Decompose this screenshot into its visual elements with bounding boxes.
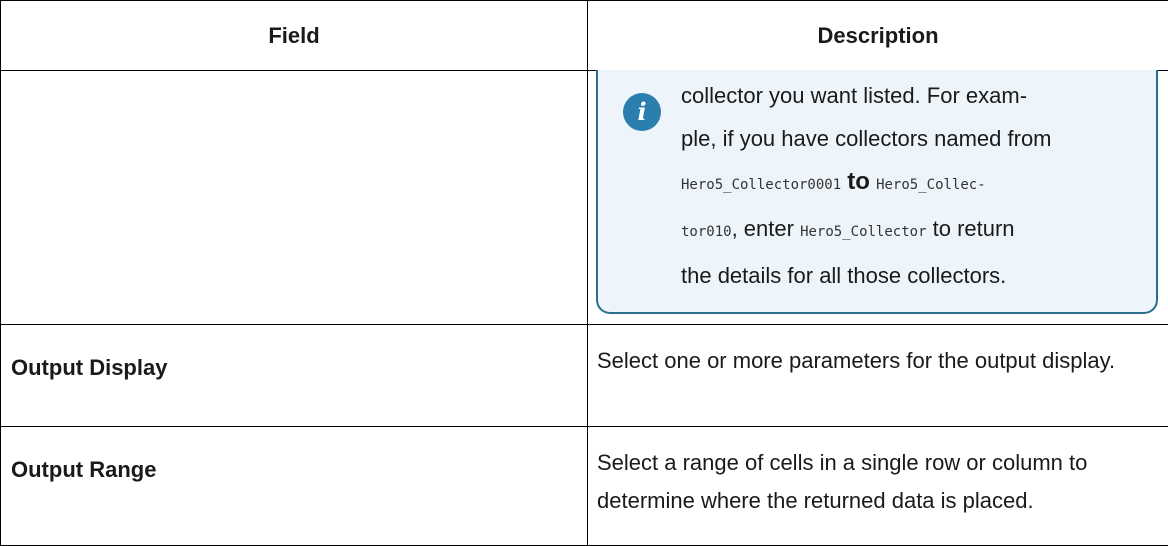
info-icon: i (623, 93, 661, 131)
table-row: Output Range Select a range of cells in … (1, 427, 1168, 546)
field-description: Select one or more parameters for the ou… (588, 325, 1168, 380)
note-callout: i collector you want listed. For exam- p… (596, 70, 1158, 314)
table-row: Output Display Select one or more parame… (1, 325, 1168, 427)
parameters-table: Field Description i collector you want l… (0, 0, 1168, 546)
code-collector-end-part2: tor010 (681, 224, 732, 240)
field-cell: Output Display (1, 325, 588, 427)
table-header-row: Field Description (1, 1, 1168, 71)
description-cell: Select a range of cells in a single row … (588, 427, 1168, 546)
note-line: tor010, enter Hero5_Collector to return (681, 207, 1081, 254)
field-cell: Output Range (1, 427, 588, 546)
description-cell: i collector you want listed. For exam- p… (588, 71, 1168, 325)
note-word-to: to (847, 168, 870, 195)
note-line: ple, if you have collectors named from (681, 117, 1081, 160)
description-cell: Select one or more parameters for the ou… (588, 325, 1168, 427)
code-collector-end-part1: Hero5_Collec- (876, 177, 986, 193)
field-name: Output Range (1, 427, 587, 483)
field-cell-empty (1, 71, 588, 325)
code-collector-start: Hero5_Collector0001 (681, 177, 841, 193)
column-header-description: Description (588, 1, 1168, 71)
note-text-return: to return (927, 216, 1015, 241)
note-line: Hero5_Collector0001 to Hero5_Collec- (681, 160, 1081, 207)
table-row: i collector you want listed. For exam- p… (1, 71, 1168, 325)
code-collector-prefix: Hero5_Collector (800, 224, 926, 240)
note-line: the details for all those collectors. (681, 254, 1081, 297)
field-description: Select a range of cells in a single row … (588, 427, 1168, 520)
field-name: Output Display (1, 325, 587, 381)
note-text-enter: , enter (732, 216, 800, 241)
note-text: collector you want listed. For exam- ple… (681, 74, 1081, 297)
column-header-field: Field (1, 1, 588, 71)
note-line: collector you want listed. For exam- (681, 74, 1081, 117)
